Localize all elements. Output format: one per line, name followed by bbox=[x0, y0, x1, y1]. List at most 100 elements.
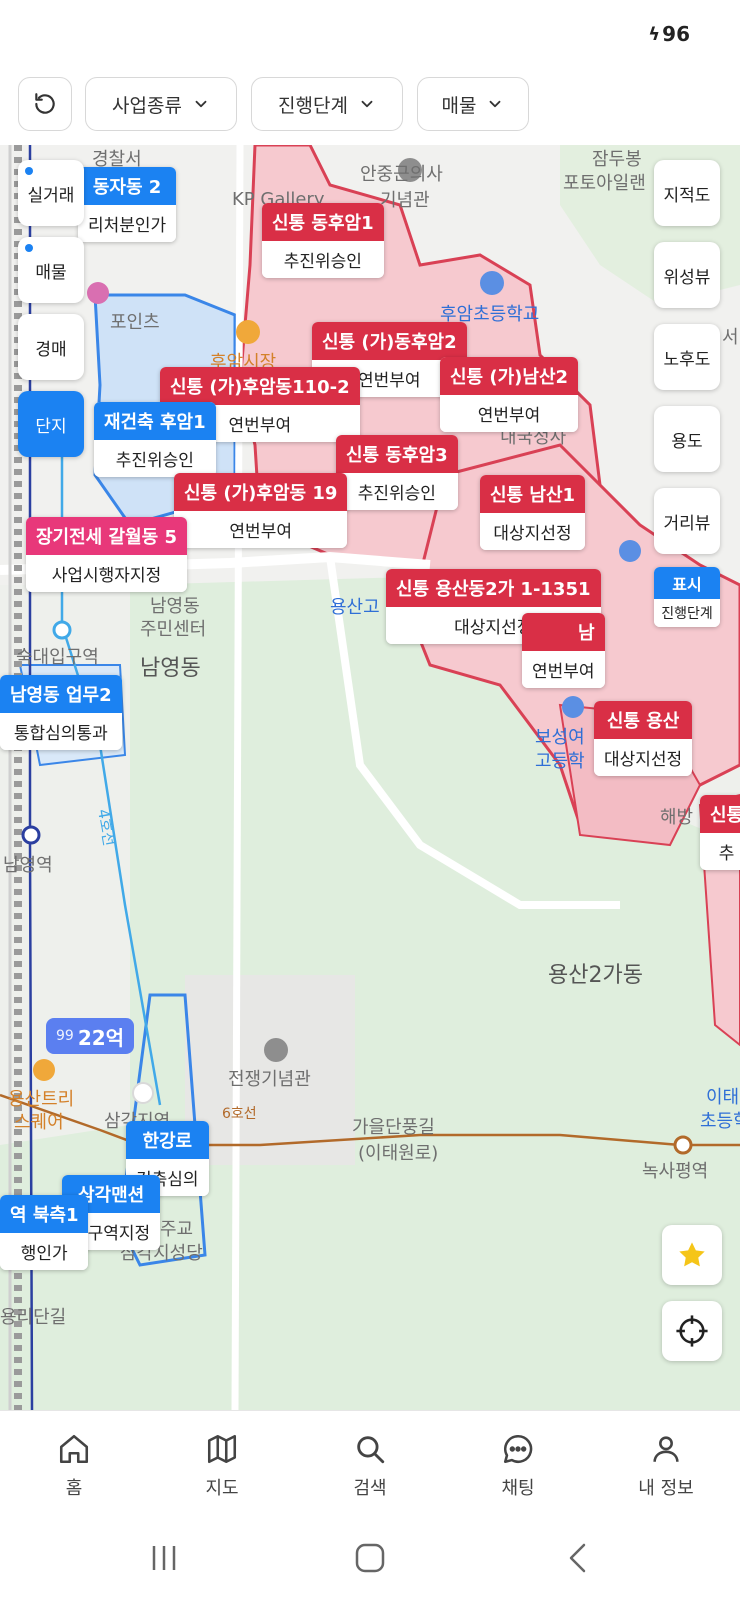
auction-toggle[interactable]: 경매 bbox=[18, 314, 84, 380]
zone-marker-edge[interactable]: 신통 추 bbox=[700, 795, 740, 870]
home-icon bbox=[59, 1434, 89, 1463]
zone-marker-namsan2[interactable]: 신통 (가)남산2 연번부여 bbox=[440, 357, 579, 432]
marker-status: 사업시행자지정 bbox=[26, 555, 187, 592]
marker-title: 역 북측1 bbox=[0, 1195, 89, 1233]
aging-map-button[interactable]: 노후도 bbox=[654, 324, 720, 390]
listing-toggle-label: 매물 bbox=[35, 262, 67, 283]
zone-marker-huamdong19[interactable]: 신통 (가)후암동 19 연번부여 bbox=[174, 473, 348, 548]
display-mode-button[interactable]: 표시 진행단계 bbox=[654, 567, 720, 627]
zone-marker-galwol[interactable]: 장기전세 갈월동 5 사업시행자지정 bbox=[26, 517, 187, 592]
place-yongsan-tree-2: 스퀘어 bbox=[14, 1112, 64, 1133]
nav-my-info-label: 내 정보 bbox=[638, 1477, 694, 1499]
zone-marker-yongsan[interactable]: 신통 용산 대상지선정 bbox=[594, 701, 693, 776]
zoning-label: 용도 bbox=[671, 431, 703, 452]
satellite-label: 위성뷰 bbox=[663, 267, 711, 288]
price-tag-value: 22억 bbox=[77, 1025, 125, 1050]
complex-toggle[interactable]: 단지 bbox=[18, 391, 84, 457]
home-button-icon[interactable] bbox=[354, 1542, 386, 1574]
zone-marker-donghuam3[interactable]: 신통 동후암3 추진위승인 bbox=[336, 435, 458, 510]
refresh-icon bbox=[35, 93, 55, 114]
marker-title: 남영동 업무2 bbox=[0, 675, 122, 713]
real-trade-label: 실거래 bbox=[27, 185, 75, 206]
marker-title: 신통 (가)동후암2 bbox=[312, 322, 467, 360]
refresh-button[interactable] bbox=[18, 77, 72, 131]
business-type-dropdown[interactable]: 사업종류 bbox=[85, 77, 237, 131]
marker-title: 신통 용산 bbox=[594, 701, 693, 739]
place-sookdae-station: 숙대입구역 bbox=[16, 647, 99, 668]
marker-title: 남 bbox=[522, 613, 605, 651]
nav-home-label: 홈 bbox=[65, 1477, 83, 1499]
zone-marker-dongja2[interactable]: 동자동 2 리처분인가 bbox=[78, 167, 177, 242]
place-autumn-road-2: (이태원로) bbox=[358, 1143, 439, 1164]
place-haebang: 해방 bbox=[660, 807, 694, 828]
progress-stage-dropdown[interactable]: 진행단계 bbox=[251, 77, 403, 131]
marker-status: 행인가 bbox=[0, 1233, 89, 1270]
marker-status: 추진위승인 bbox=[94, 440, 216, 477]
system-nav-bar bbox=[0, 1520, 740, 1603]
progress-stage-label: 진행단계 bbox=[278, 94, 348, 117]
search-icon bbox=[357, 1435, 385, 1463]
marker-status: 대상지선정 bbox=[594, 739, 693, 776]
place-yongri: 용리단길 bbox=[0, 1307, 67, 1328]
place-noksapyeong: 녹사평역 bbox=[642, 1161, 709, 1182]
bottom-nav: 홈 지도 검색 채팅 내 정보 bbox=[0, 1410, 740, 1520]
auction-label: 경매 bbox=[35, 339, 67, 360]
status-bar: ϟ 96 bbox=[0, 0, 740, 70]
zone-marker-namsan1[interactable]: 신통 남산1 대상지선정 bbox=[480, 475, 586, 550]
marker-status: 연번부여 bbox=[174, 511, 348, 548]
nav-home[interactable]: 홈 bbox=[0, 1411, 148, 1520]
complex-label: 단지 bbox=[35, 416, 67, 437]
listing-dropdown[interactable]: 매물 bbox=[417, 77, 529, 131]
street-view-button[interactable]: 거리뷰 bbox=[654, 488, 720, 554]
zone-marker-nam[interactable]: 남 연번부여 bbox=[522, 613, 605, 688]
charging-icon: ϟ bbox=[648, 23, 661, 45]
battery-level: 96 bbox=[662, 22, 690, 46]
zone-marker-huam1[interactable]: 재건축 후암1 추진위승인 bbox=[94, 402, 216, 477]
nav-map[interactable]: 지도 bbox=[148, 1411, 296, 1520]
listing-label: 매물 bbox=[441, 94, 477, 117]
cadastral-label: 지적도 bbox=[663, 185, 711, 206]
satellite-view-button[interactable]: 위성뷰 bbox=[654, 242, 720, 308]
business-type-label: 사업종류 bbox=[112, 94, 182, 117]
filter-bar: 사업종류 진행단계 매물 bbox=[0, 70, 740, 145]
my-location-button[interactable] bbox=[662, 1301, 722, 1361]
place-namyeongdong: 남영동 bbox=[140, 656, 201, 681]
nav-chat[interactable]: 채팅 bbox=[444, 1411, 592, 1520]
user-icon bbox=[653, 1435, 679, 1462]
active-dot bbox=[25, 167, 33, 175]
place-jamdubong: 잠두봉 bbox=[592, 149, 642, 170]
zone-marker-station-north1[interactable]: 역 북측1 행인가 bbox=[0, 1195, 89, 1270]
zoning-map-button[interactable]: 용도 bbox=[654, 406, 720, 472]
nav-chat-label: 채팅 bbox=[501, 1477, 535, 1499]
marker-status: 추 bbox=[700, 833, 740, 870]
marker-title: 신통 bbox=[700, 795, 740, 833]
place-cathedral-pre: 주교 bbox=[160, 1219, 194, 1240]
display-mode-title: 표시 bbox=[654, 567, 720, 599]
marker-title: 동자동 2 bbox=[78, 167, 177, 205]
nav-search-label: 검색 bbox=[353, 1477, 387, 1499]
marker-title: 신통 동후암1 bbox=[262, 203, 384, 241]
place-itae-2: 초등학 bbox=[700, 1111, 740, 1132]
battery-indicator: ϟ 96 bbox=[648, 22, 690, 46]
recent-apps-icon[interactable] bbox=[148, 1542, 180, 1574]
zone-marker-donghuam1[interactable]: 신통 동후암1 추진위승인 bbox=[262, 203, 384, 278]
price-tag[interactable]: 99 22억 bbox=[46, 1018, 135, 1054]
place-boseong-2: 고등학 bbox=[535, 751, 585, 772]
back-icon[interactable] bbox=[562, 1542, 594, 1574]
place-namyeong-station: 남영역 bbox=[3, 855, 53, 876]
cadastral-map-button[interactable]: 지적도 bbox=[654, 160, 720, 226]
map-canvas[interactable]: 경찰서 KP Gallery 안중근의사 기념관 잠두봉 포토아일랜 후암초등학… bbox=[0, 145, 740, 1410]
nav-my-info[interactable]: 내 정보 bbox=[592, 1411, 740, 1520]
street-view-label: 거리뷰 bbox=[663, 513, 711, 534]
nav-map-label: 지도 bbox=[205, 1477, 239, 1499]
marker-title: 신통 (가)후암동110-2 bbox=[160, 367, 360, 405]
real-trade-toggle[interactable]: 실거래 bbox=[18, 160, 84, 226]
nav-search[interactable]: 검색 bbox=[296, 1411, 444, 1520]
price-tag-count: 99 bbox=[56, 1028, 74, 1044]
place-yongsan2: 용산2가동 bbox=[548, 963, 643, 988]
zone-marker-namyeong-office2[interactable]: 남영동 업무2 통합심의통과 bbox=[0, 675, 122, 750]
listing-toggle[interactable]: 매물 bbox=[18, 237, 84, 303]
favorite-button[interactable] bbox=[662, 1225, 722, 1285]
place-photo: 포토아일랜 bbox=[563, 173, 646, 194]
star-icon bbox=[679, 1242, 705, 1267]
